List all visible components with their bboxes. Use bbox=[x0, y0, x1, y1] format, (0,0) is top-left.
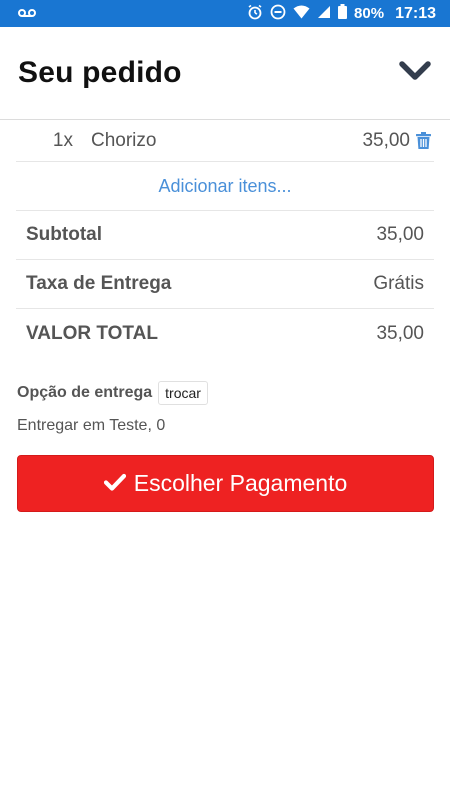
signal-icon bbox=[317, 5, 331, 23]
add-items-row: Adicionar itens... bbox=[16, 162, 434, 211]
page-title: Seu pedido bbox=[18, 56, 182, 89]
subtotal-row: Subtotal 35,00 bbox=[16, 211, 434, 260]
collapse-button[interactable] bbox=[398, 56, 432, 90]
change-delivery-button[interactable]: trocar bbox=[158, 381, 208, 405]
delivery-fee-row: Taxa de Entrega Grátis bbox=[16, 260, 434, 309]
alarm-icon bbox=[247, 4, 263, 24]
do-not-disturb-icon bbox=[270, 4, 286, 24]
total-value: 35,00 bbox=[376, 322, 424, 344]
add-items-link[interactable]: Adicionar itens... bbox=[158, 176, 291, 197]
delivery-fee-value: Grátis bbox=[373, 273, 424, 294]
status-bar: 80% 17:13 bbox=[0, 0, 450, 27]
header: Seu pedido bbox=[0, 27, 450, 120]
order-list: 1x Chorizo 35,00 Adicionar itens... Subt… bbox=[16, 120, 434, 358]
item-price: 35,00 bbox=[362, 129, 410, 151]
delivery-address: Entregar em Teste, 0 bbox=[17, 417, 166, 434]
choose-payment-label: Escolher Pagamento bbox=[133, 470, 348, 496]
subtotal-label: Subtotal bbox=[26, 224, 102, 245]
chevron-down-icon bbox=[399, 60, 431, 87]
delivery-option-label: Opção de entrega bbox=[17, 384, 153, 401]
check-icon bbox=[103, 470, 126, 497]
item-name: Chorizo bbox=[91, 129, 157, 151]
total-label: VALOR TOTAL bbox=[26, 322, 158, 344]
battery-icon bbox=[338, 4, 348, 23]
choose-payment-button[interactable]: Escolher Pagamento bbox=[17, 455, 434, 512]
wifi-icon bbox=[293, 5, 310, 23]
delivery-fee-label: Taxa de Entrega bbox=[26, 273, 172, 294]
delivery-option: Opção de entrega trocar bbox=[17, 381, 437, 405]
trash-icon[interactable] bbox=[416, 131, 434, 151]
total-row: VALOR TOTAL 35,00 bbox=[16, 309, 434, 358]
item-quantity: 1x bbox=[52, 129, 73, 151]
subtotal-value: 35,00 bbox=[376, 224, 424, 245]
list-item: 1x Chorizo 35,00 bbox=[16, 120, 434, 162]
voicemail-icon bbox=[18, 5, 36, 22]
battery-percent: 80% bbox=[354, 5, 385, 22]
delivery-section: Opção de entrega trocar Entregar em Test… bbox=[17, 381, 437, 435]
status-time: 17:13 bbox=[395, 4, 436, 22]
